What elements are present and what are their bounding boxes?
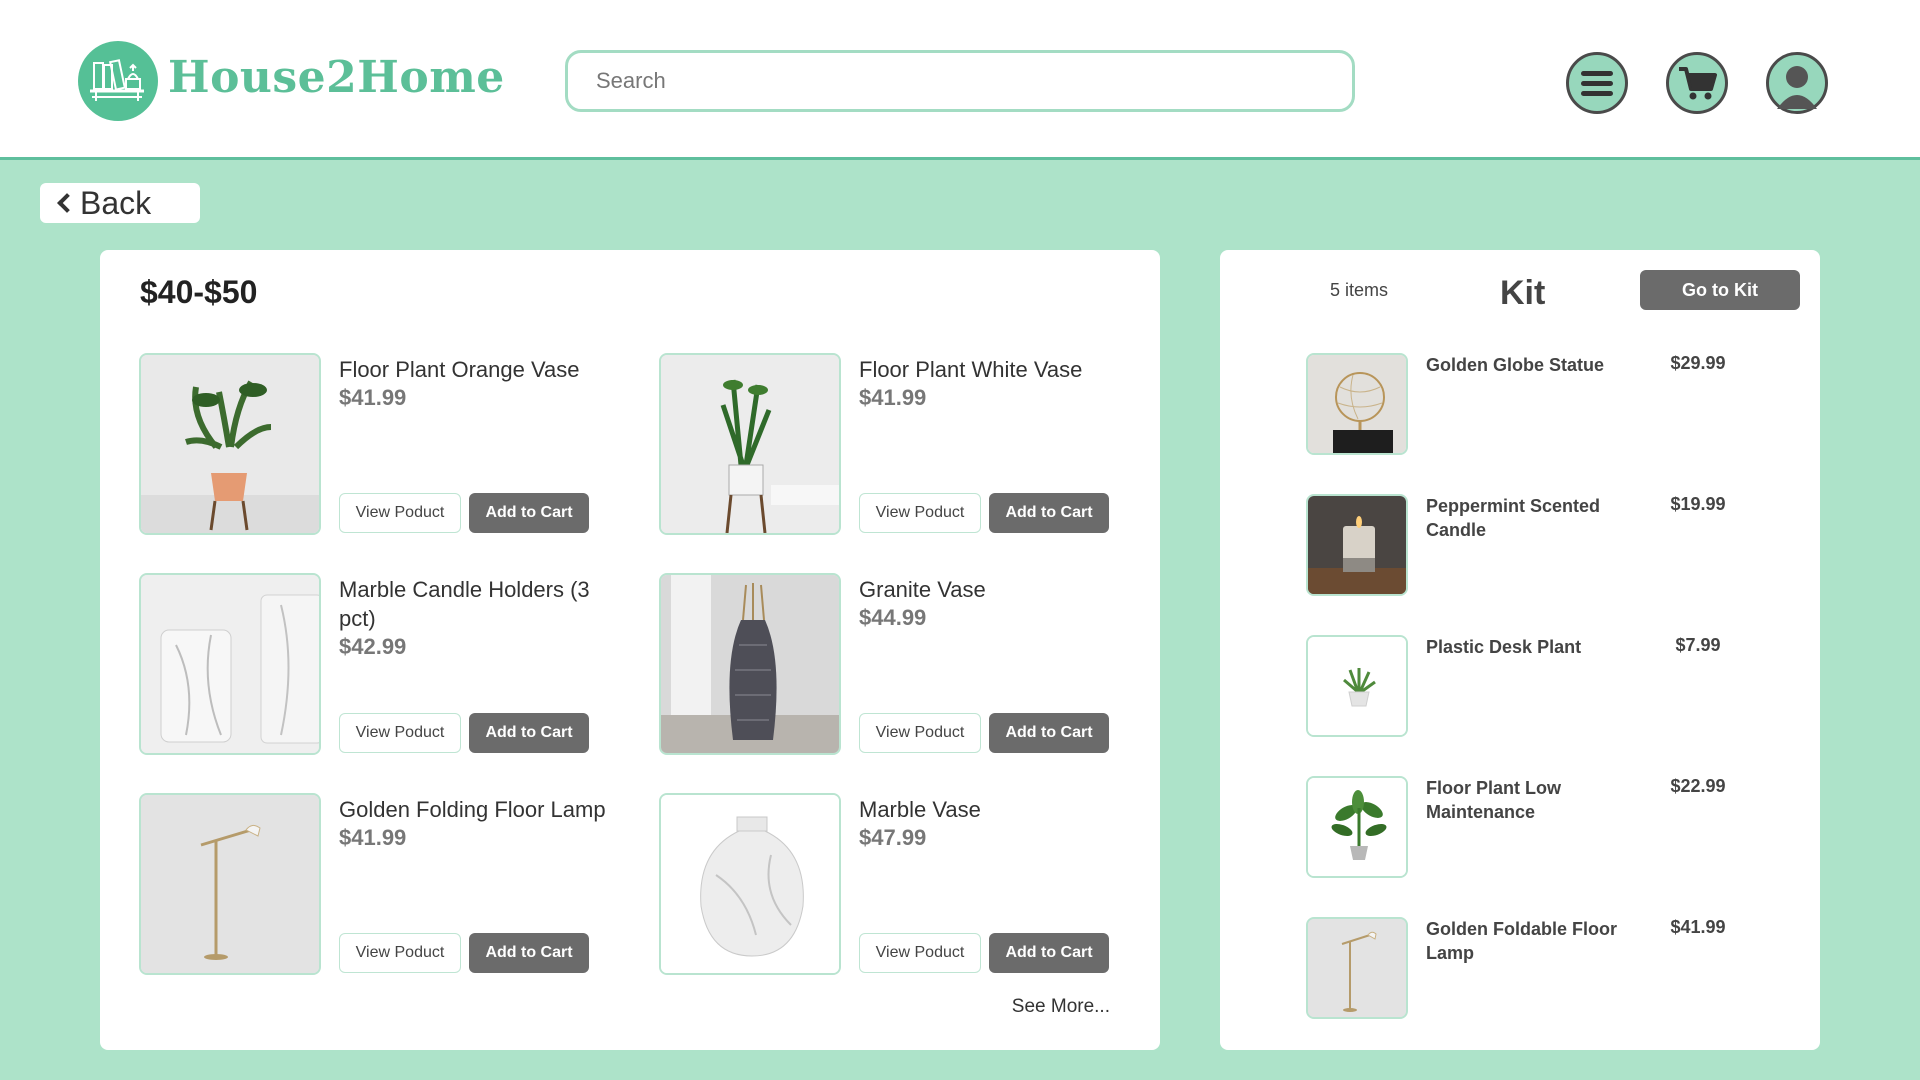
kit-item-image[interactable] [1306,635,1408,737]
kit-item-name[interactable]: Plastic Desk Plant [1426,635,1626,659]
kit-item: Plastic Desk Plant $7.99 [1306,635,1786,737]
product-name[interactable]: Granite Vase [859,575,1149,604]
product-price: $42.99 [339,634,407,659]
add-to-cart-button[interactable]: Add to Cart [989,713,1109,753]
add-to-cart-button[interactable]: Add to Cart [469,933,589,973]
kit-item-image[interactable] [1306,917,1408,1019]
back-button[interactable]: Back [40,183,200,223]
product-price: $47.99 [859,825,927,850]
kit-item: Golden Foldable Floor Lamp $41.99 [1306,917,1786,1019]
product-name[interactable]: Floor Plant Orange Vase [339,355,629,384]
product-image[interactable] [659,353,841,535]
chevron-left-icon [57,192,77,213]
product-card: Marble Candle Holders (3 pct) $42.99 Vie… [139,573,639,758]
price-range-title: $40-$50 [140,274,258,310]
product-card: Floor Plant White Vase $41.99 View Poduc… [659,353,1159,538]
cart-icon[interactable] [1666,52,1728,114]
kit-item-name[interactable]: Golden Globe Statue [1426,353,1626,377]
view-product-button[interactable]: View Poduct [859,713,981,753]
search-input[interactable] [565,50,1355,112]
kit-item-name[interactable]: Peppermint Scented Candle [1426,494,1626,542]
kit-item-price: $7.99 [1675,635,1721,655]
product-panel: $40-$50 Floor Plant Orange Vase $41.99 V… [100,250,1160,1050]
kit-panel: 5 items Kit Go to Kit Golden Globe Statu… [1220,250,1820,1050]
product-card: Golden Folding Floor Lamp $41.99 View Po… [139,793,639,978]
kit-title: Kit [1500,274,1546,312]
add-to-cart-button[interactable]: Add to Cart [469,713,589,753]
product-card: Floor Plant Orange Vase $41.99 View Podu… [139,353,639,538]
brand-name: House2Home [168,52,505,103]
product-price: $41.99 [859,385,927,410]
kit-item-count: 5 items [1330,280,1389,300]
see-more-link[interactable]: See More... [1012,996,1110,1018]
menu-icon[interactable] [1566,52,1628,114]
product-price: $41.99 [339,385,407,410]
product-image[interactable] [659,793,841,975]
add-to-cart-button[interactable]: Add to Cart [989,493,1109,533]
kit-item-price: $22.99 [1670,776,1726,796]
product-image[interactable] [139,353,321,535]
product-name[interactable]: Floor Plant White Vase [859,355,1149,384]
kit-item-price: $41.99 [1670,917,1726,937]
view-product-button[interactable]: View Poduct [339,933,461,973]
kit-item: Golden Globe Statue $29.99 [1306,353,1786,455]
header: House2Home [0,0,1920,160]
add-to-cart-button[interactable]: Add to Cart [469,493,589,533]
product-image[interactable] [659,573,841,755]
kit-item-image[interactable] [1306,776,1408,878]
logo-icon[interactable] [78,41,158,121]
product-name[interactable]: Marble Vase [859,795,1149,824]
kit-item-image[interactable] [1306,494,1408,596]
add-to-cart-button[interactable]: Add to Cart [989,933,1109,973]
product-price: $44.99 [859,605,927,630]
kit-item: Floor Plant Low Maintenance $22.99 [1306,776,1786,878]
product-card: Marble Vase $47.99 View Poduct Add to Ca… [659,793,1159,978]
kit-item-price: $19.99 [1670,494,1726,514]
view-product-button[interactable]: View Poduct [339,713,461,753]
back-label: Back [80,184,152,221]
product-name[interactable]: Golden Folding Floor Lamp [339,795,629,824]
view-product-button[interactable]: View Poduct [859,933,981,973]
product-name[interactable]: Marble Candle Holders (3 pct) [339,575,629,633]
go-to-kit-button[interactable]: Go to Kit [1640,270,1800,310]
kit-item-price: $29.99 [1670,353,1726,373]
view-product-button[interactable]: View Poduct [339,493,461,533]
view-product-button[interactable]: View Poduct [859,493,981,533]
kit-item-name[interactable]: Floor Plant Low Maintenance [1426,776,1626,824]
kit-item-name[interactable]: Golden Foldable Floor Lamp [1426,917,1626,965]
product-card: Granite Vase $44.99 View Poduct Add to C… [659,573,1159,758]
product-image[interactable] [139,573,321,755]
product-image[interactable] [139,793,321,975]
profile-icon[interactable] [1766,52,1828,114]
kit-item-image[interactable] [1306,353,1408,455]
kit-item: Peppermint Scented Candle $19.99 [1306,494,1786,596]
product-price: $41.99 [339,825,407,850]
